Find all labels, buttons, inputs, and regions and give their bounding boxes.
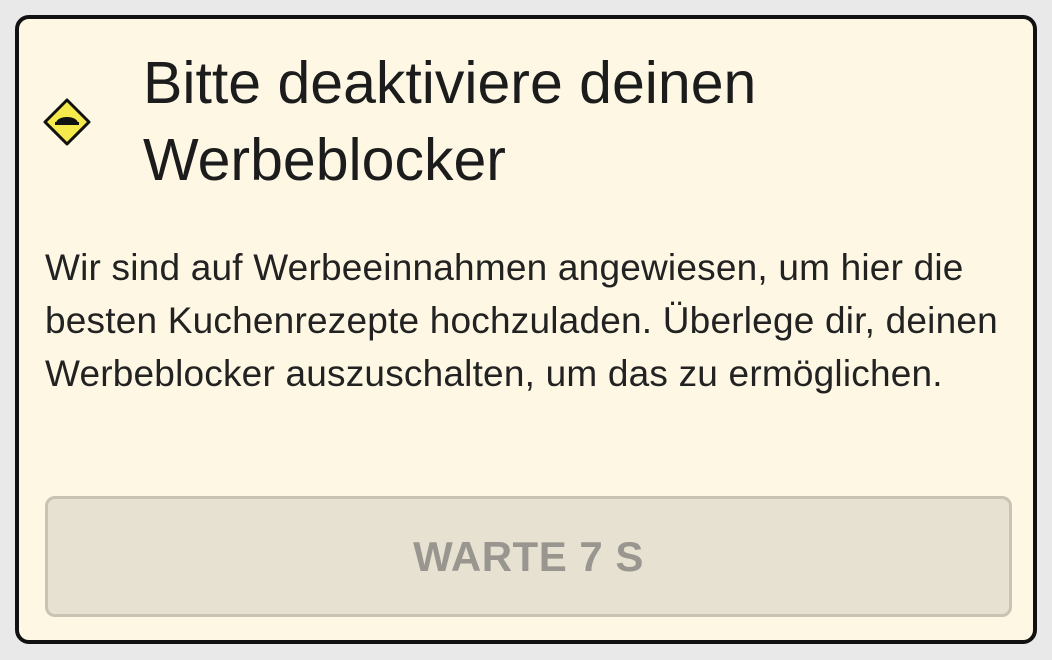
dialog-message: Wir sind auf Werbeeinnahmen angewiesen, …: [45, 247, 998, 394]
dialog-header: Bitte deaktiviere deinen Werbeblocker: [43, 45, 1033, 199]
adblock-dialog: Bitte deaktiviere deinen Werbeblocker Wi…: [15, 15, 1037, 644]
wait-countdown-button[interactable]: WARTE 7 S: [45, 496, 1012, 617]
dialog-title: Bitte deaktiviere deinen Werbeblocker: [143, 50, 757, 193]
warning-diamond-icon-graphic: [43, 98, 91, 146]
warning-diamond-icon: [43, 98, 91, 146]
